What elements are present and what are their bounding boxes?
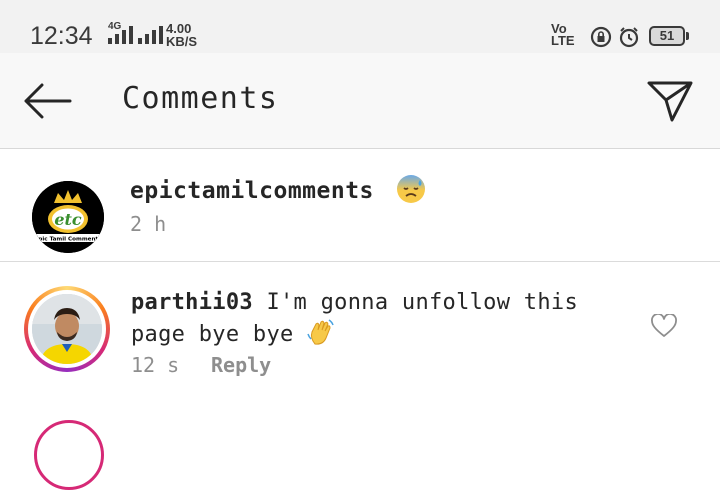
- user-photo-avatar: [32, 294, 102, 364]
- arrow-left-icon[interactable]: [22, 83, 72, 119]
- alarm-icon: [619, 27, 639, 48]
- rotation-lock-icon: [590, 26, 612, 48]
- paper-plane-icon[interactable]: [646, 79, 694, 123]
- battery-indicator: 51: [649, 26, 689, 46]
- network-speed-unit: KB/S: [166, 34, 198, 49]
- signal-icon-sim1: [108, 24, 133, 44]
- epic-tamil-comments-logo: etc Epic Tamil Comments: [32, 181, 104, 253]
- comment-body: parthii03 I'm gonna unfollow this page b…: [131, 288, 611, 350]
- next-comment-avatar-ring[interactable]: [34, 420, 104, 490]
- comments-header: Comments: [0, 53, 720, 149]
- signal-icon-sim2: [138, 24, 163, 44]
- page-title: Comments: [122, 81, 279, 116]
- comment-username[interactable]: parthii03: [131, 290, 253, 315]
- caption-username[interactable]: epictamilcomments: [130, 178, 374, 204]
- volte-indicator: Vo LTE: [551, 22, 575, 48]
- status-bar: 12:34 4G 4.00 KB/S Vo LTE 51: [0, 0, 720, 53]
- caption-username-line: epictamilcomments: [130, 174, 426, 204]
- post-caption: etc Epic Tamil Comments epictamilcomment…: [0, 150, 720, 262]
- volte-bottom: LTE: [551, 33, 575, 48]
- logo-text: etc: [54, 210, 82, 229]
- comment-item: parthii03 I'm gonna unfollow this page b…: [0, 262, 720, 392]
- network-speed: 4.00 KB/S: [166, 22, 197, 48]
- waving-hand-emoji: [307, 319, 334, 345]
- story-ring[interactable]: [24, 286, 110, 372]
- status-time: 12:34: [30, 22, 93, 50]
- reply-button[interactable]: Reply: [211, 353, 271, 377]
- caption-time: 2 h: [130, 212, 167, 236]
- comment-time: 12 s: [131, 353, 180, 377]
- logo-subtext: Epic Tamil Comments: [35, 237, 103, 243]
- downcast-face-with-sweat-emoji: [397, 175, 426, 203]
- account-logo-avatar[interactable]: etc Epic Tamil Comments: [32, 181, 104, 253]
- heart-outline-icon[interactable]: [651, 314, 677, 338]
- avatar: [32, 294, 102, 364]
